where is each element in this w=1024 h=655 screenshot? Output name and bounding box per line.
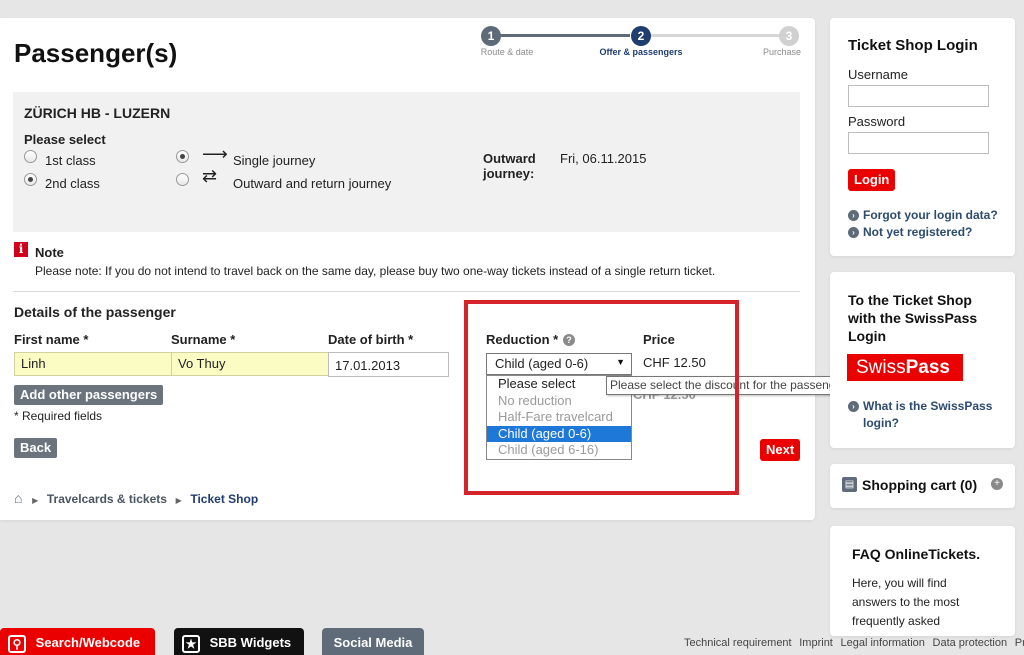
swisspass-logo[interactable]: SwissPass: [847, 354, 963, 381]
class-2-label: 2nd class: [45, 176, 100, 191]
footer-link-imprint[interactable]: Imprint: [799, 637, 833, 649]
cart-icon: ▤: [842, 477, 857, 492]
star-icon: ★: [182, 634, 200, 653]
password-input[interactable]: [848, 132, 989, 154]
breadcrumb-separator-icon: ▶: [175, 496, 182, 505]
page-title: Passenger(s): [14, 38, 178, 68]
outward-label-line1: Outward: [483, 151, 536, 166]
step-3-label: Purchase: [762, 47, 802, 57]
class-2-radio[interactable]: [24, 173, 37, 186]
login-title: Ticket Shop Login: [848, 37, 978, 54]
highlight-box: [464, 300, 739, 495]
login-panel: Ticket Shop Login Username Password Logi…: [830, 18, 1015, 256]
class-1-label: 1st class: [45, 153, 96, 168]
swisspass-title-line3: Login: [848, 328, 887, 344]
swisspass-title-line2: with the SwissPass: [848, 310, 978, 326]
single-journey-radio[interactable]: [176, 150, 189, 163]
swisspass-info-link-line2[interactable]: login?: [863, 416, 899, 430]
progress-line-todo: [650, 34, 780, 37]
arrow-circle-icon: ›: [848, 210, 859, 222]
footer-link-legal[interactable]: Legal information: [841, 637, 925, 649]
password-label: Password: [848, 114, 906, 129]
divider: [13, 291, 800, 292]
outward-label-line2: journey:: [483, 166, 535, 181]
next-button[interactable]: Next: [760, 439, 801, 461]
swisspass-info-link[interactable]: › What is the SwissPass: [848, 399, 992, 413]
return-journey-radio[interactable]: [176, 173, 189, 186]
footer-link-technical[interactable]: Technical requirement: [684, 637, 792, 649]
add-passengers-button[interactable]: Add other passengers: [14, 385, 164, 405]
faq-line1: Here, you will find: [852, 576, 947, 590]
home-icon[interactable]: ⌂: [14, 490, 22, 506]
outward-date: Fri, 06.11.2015: [560, 151, 647, 166]
first-name-input[interactable]: Linh: [14, 352, 172, 376]
swisspass-panel: To the Ticket Shop with the SwissPass Lo…: [830, 272, 1015, 448]
search-icon: ⚲: [8, 634, 26, 653]
arrows-both-icon: ⇄: [202, 166, 218, 186]
class-1-radio[interactable]: [24, 150, 37, 163]
faq-line3: frequently asked: [852, 614, 941, 628]
first-name-label: First name *: [14, 332, 89, 347]
faq-panel: FAQ OnlineTickets. Here, you will find a…: [830, 526, 1015, 636]
return-journey-label: Outward and return journey: [233, 176, 392, 191]
expand-icon[interactable]: +: [991, 478, 1003, 490]
journey-panel: ZÜRICH HB - LUZERN Please select 1st cla…: [13, 92, 800, 232]
step-3-circle: 3: [779, 26, 799, 46]
required-fields-note: * Required fields: [14, 409, 103, 423]
breadcrumb: ⌂ ▶ Travelcards & tickets ▶ Ticket Shop: [14, 490, 258, 506]
note-text: Please note: If you do not intend to tra…: [35, 264, 716, 278]
register-link[interactable]: › Not yet registered?: [848, 225, 972, 239]
forgot-login-link[interactable]: › Forgot your login data?: [848, 208, 998, 222]
arrow-circle-icon: ›: [848, 401, 859, 413]
step-2-circle: 2: [631, 26, 651, 46]
cart-label: Shopping cart (0): [862, 477, 978, 493]
search-webcode-button[interactable]: ⚲ Search/Webcode: [0, 628, 155, 655]
breadcrumb-ticket-shop[interactable]: Ticket Shop: [190, 492, 258, 506]
breadcrumb-separator-icon: ▶: [32, 496, 39, 505]
username-input[interactable]: [848, 85, 989, 107]
back-button[interactable]: Back: [14, 438, 58, 458]
dob-input[interactable]: 17.01.2013: [328, 352, 449, 377]
breadcrumb-travelcards[interactable]: Travelcards & tickets: [47, 492, 167, 506]
cart-panel[interactable]: ▤ Shopping cart (0) +: [830, 464, 1015, 508]
arrow-right-icon: ⟶: [202, 144, 228, 164]
surname-input[interactable]: Vo Thuy: [171, 352, 329, 376]
social-media-button[interactable]: Social Media: [322, 628, 424, 655]
step-2-label: Offer & passengers: [599, 47, 683, 57]
faq-line2: answers to the most: [852, 595, 960, 609]
step-1-label: Route & date: [480, 47, 534, 57]
route-title: ZÜRICH HB - LUZERN: [24, 105, 171, 121]
login-button[interactable]: Login: [848, 169, 896, 191]
progress-line-done: [500, 34, 630, 37]
info-icon: i: [14, 242, 28, 257]
footer-link-privacy[interactable]: Data protection: [933, 637, 1008, 649]
single-journey-label: Single journey: [233, 153, 316, 168]
swisspass-title-line1: To the Ticket Shop: [848, 292, 972, 308]
note-title: Note: [35, 245, 64, 260]
arrow-circle-icon: ›: [848, 227, 859, 239]
username-label: Username: [848, 67, 908, 82]
please-select-label: Please select: [24, 132, 106, 147]
step-1-circle: 1: [481, 26, 501, 46]
footer-links: Technical requirement Imprint Legal info…: [680, 634, 1024, 649]
dob-label: Date of birth *: [328, 332, 414, 347]
surname-label: Surname *: [171, 332, 236, 347]
passenger-section-title: Details of the passenger: [14, 304, 176, 320]
footer-link-print[interactable]: Print: [1015, 637, 1024, 649]
main-panel: Passenger(s) 1 2 3 Route & date Offer & …: [0, 18, 853, 520]
widgets-button[interactable]: ★ SBB Widgets: [174, 628, 304, 655]
faq-title: FAQ OnlineTickets.: [852, 546, 981, 562]
